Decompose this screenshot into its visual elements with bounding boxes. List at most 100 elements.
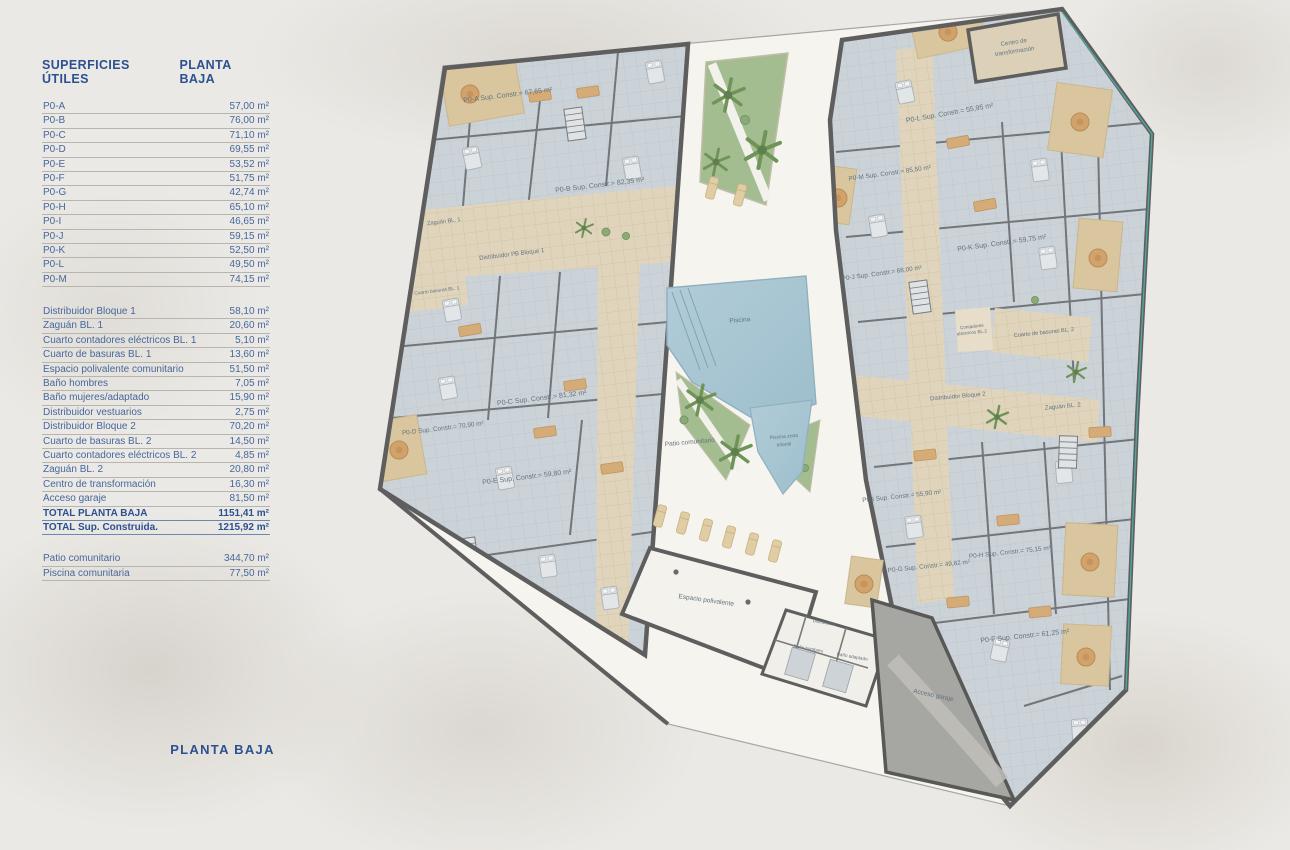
- row-value: 53,52 m²: [230, 160, 269, 170]
- row-label: Piscina comunitaria: [43, 569, 130, 579]
- row-label: P0-A: [43, 102, 65, 112]
- row-value: 77,50 m²: [230, 569, 269, 579]
- table-row: P0-E 53,52 m²: [42, 158, 270, 172]
- row-value: 7,05 m²: [235, 379, 269, 389]
- row-label: P0-D: [43, 145, 66, 155]
- row-value: 1151,41 m²: [218, 509, 269, 519]
- table-row: Zaguán BL. 2 20,80 m²: [42, 463, 270, 477]
- row-value: 65,10 m²: [230, 203, 269, 213]
- label-piscina-infantil-line2: infantil: [776, 441, 791, 448]
- units-table: P0-A 57,00 m² P0-B 76,00 m² P0-C 71,10 m…: [42, 100, 270, 287]
- row-value: 20,80 m²: [230, 465, 269, 475]
- table-row: P0-F 51,75 m²: [42, 172, 270, 186]
- row-label: TOTAL PLANTA BAJA: [43, 509, 147, 519]
- table-row: Cuarto contadores eléctricos BL. 2 4,85 …: [42, 449, 270, 463]
- row-value: 42,74 m²: [230, 188, 269, 198]
- row-label: Baño hombres: [43, 379, 108, 389]
- row-label: Cuarto de basuras BL. 2: [43, 437, 151, 447]
- table-row: P0-K 52,50 m²: [42, 244, 270, 258]
- row-label: Zaguán BL. 1: [43, 321, 103, 331]
- table-row: Cuarto de basuras BL. 2 14,50 m²: [42, 435, 270, 449]
- row-value: 76,00 m²: [230, 116, 269, 126]
- totals-table: TOTAL PLANTA BAJA 1151,41 m² TOTAL Sup. …: [42, 507, 270, 536]
- table-row: P0-L 49,50 m²: [42, 258, 270, 272]
- table-row: P0-B 76,00 m²: [42, 114, 270, 128]
- row-label: Patio comunitario: [43, 554, 120, 564]
- row-value: 59,15 m²: [230, 232, 269, 242]
- row-value: 49,50 m²: [230, 260, 269, 270]
- table-row: Distribuidor Bloque 2 70,20 m²: [42, 420, 270, 434]
- table-row: P0-I 46,65 m²: [42, 215, 270, 229]
- table-row: Cuarto de basuras BL. 1 13,60 m²: [42, 348, 270, 362]
- row-label: P0-J: [43, 232, 64, 242]
- row-label: Acceso garaje: [43, 494, 106, 504]
- table-row: Baño hombres 7,05 m²: [42, 377, 270, 391]
- row-value: 74,15 m²: [230, 275, 269, 285]
- row-value: 51,50 m²: [230, 365, 269, 375]
- row-value: 4,85 m²: [235, 451, 269, 461]
- total-row: TOTAL PLANTA BAJA 1151,41 m²: [42, 507, 270, 521]
- floor-plan-sheet: P0-A Sup. Constr.= 67,65 m² P0-B Sup. Co…: [0, 0, 1290, 850]
- row-label: P0-C: [43, 131, 66, 141]
- table-row: Patio comunitario 344,70 m²: [42, 552, 270, 566]
- row-label: Distribuidor Bloque 1: [43, 307, 136, 317]
- row-label: Zaguán BL. 2: [43, 465, 103, 475]
- row-value: 57,00 m²: [230, 102, 269, 112]
- surface-table-panel: SUPERFICIES ÚTILES PLANTA BAJA P0-A 57,0…: [42, 58, 270, 581]
- row-value: 15,90 m²: [230, 393, 269, 403]
- table-row: Espacio polivalente comunitario 51,50 m²: [42, 363, 270, 377]
- table-header: SUPERFICIES ÚTILES PLANTA BAJA: [42, 58, 270, 86]
- table-row: P0-C 71,10 m²: [42, 129, 270, 143]
- table-title: SUPERFICIES ÚTILES: [42, 58, 179, 86]
- outdoor-areas-table: Patio comunitario 344,70 m² Piscina comu…: [42, 552, 270, 581]
- common-areas-table: Distribuidor Bloque 1 58,10 m² Zaguán BL…: [42, 305, 270, 506]
- row-value: 70,20 m²: [230, 422, 269, 432]
- row-value: 51,75 m²: [230, 174, 269, 184]
- table-row: Centro de transformación 16,30 m²: [42, 478, 270, 492]
- row-label: P0-B: [43, 116, 65, 126]
- row-value: 46,65 m²: [230, 217, 269, 227]
- plan-title: PLANTA BAJA: [150, 742, 295, 757]
- table-row: Cuarto contadores eléctricos BL. 1 5,10 …: [42, 334, 270, 348]
- row-label: P0-G: [43, 188, 66, 198]
- row-label: Baño mujeres/adaptado: [43, 393, 149, 403]
- row-value: 16,30 m²: [230, 480, 269, 490]
- block1-building: [373, 44, 688, 655]
- table-row: P0-J 59,15 m²: [42, 230, 270, 244]
- row-value: 20,60 m²: [230, 321, 269, 331]
- row-value: 52,50 m²: [230, 246, 269, 256]
- table-row: Distribuidor vestuarios 2,75 m²: [42, 406, 270, 420]
- row-label: Cuarto contadores eléctricos BL. 2: [43, 451, 196, 461]
- row-label: P0-M: [43, 275, 67, 285]
- table-row: P0-D 69,55 m²: [42, 143, 270, 157]
- row-value: 81,50 m²: [230, 494, 269, 504]
- row-value: 1215,92 m²: [218, 523, 269, 533]
- table-row: P0-M 74,15 m²: [42, 273, 270, 287]
- row-value: 2,75 m²: [235, 408, 269, 418]
- row-value: 344,70 m²: [224, 554, 269, 564]
- row-label: P0-L: [43, 260, 64, 270]
- row-label: Cuarto de basuras BL. 1: [43, 350, 151, 360]
- row-value: 13,60 m²: [230, 350, 269, 360]
- row-label: P0-I: [43, 217, 61, 227]
- table-row: Piscina comunitaria 77,50 m²: [42, 567, 270, 581]
- table-row: Zaguán BL. 1 20,60 m²: [42, 319, 270, 333]
- row-label: Espacio polivalente comunitario: [43, 365, 184, 375]
- table-floor-name: PLANTA BAJA: [179, 58, 270, 86]
- row-label: Centro de transformación: [43, 480, 156, 490]
- row-label: P0-H: [43, 203, 66, 213]
- table-row: P0-A 57,00 m²: [42, 100, 270, 114]
- row-value: 5,10 m²: [235, 336, 269, 346]
- table-row: P0-G 42,74 m²: [42, 186, 270, 200]
- row-label: P0-F: [43, 174, 65, 184]
- row-label: Distribuidor vestuarios: [43, 408, 142, 418]
- row-value: 14,50 m²: [230, 437, 269, 447]
- row-label: P0-E: [43, 160, 65, 170]
- row-value: 69,55 m²: [230, 145, 269, 155]
- table-row: P0-H 65,10 m²: [42, 201, 270, 215]
- row-label: Distribuidor Bloque 2: [43, 422, 136, 432]
- row-value: 71,10 m²: [230, 131, 269, 141]
- total-row: TOTAL Sup. Construida. 1215,92 m²: [42, 521, 270, 535]
- row-label: Cuarto contadores eléctricos BL. 1: [43, 336, 196, 346]
- table-row: Baño mujeres/adaptado 15,90 m²: [42, 391, 270, 405]
